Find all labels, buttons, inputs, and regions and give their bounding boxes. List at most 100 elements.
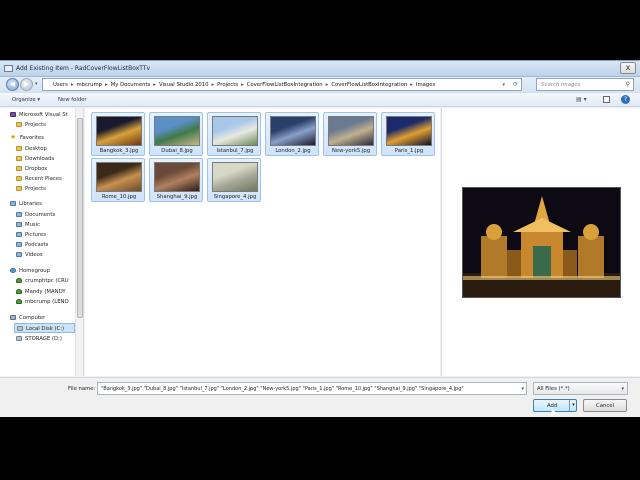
nav-item[interactable]: mbcrump (LENO: [14, 297, 75, 307]
breadcrumb-separator[interactable]: ▸: [71, 82, 74, 88]
organize-button[interactable]: Organize ▾: [12, 97, 40, 103]
filename-value: "Bangkok_3.jpg" "Dubai_8.jpg" "Istanbul_…: [101, 386, 464, 392]
search-placeholder: Search Images: [541, 82, 581, 88]
image-thumbnail: [154, 162, 200, 192]
close-button[interactable]: x: [620, 62, 636, 74]
nav-item[interactable]: Homegroup: [8, 266, 75, 276]
nav-item[interactable]: Projects: [14, 120, 75, 130]
nav-item[interactable]: Music: [14, 220, 75, 230]
image-thumbnail: [96, 162, 142, 192]
cancel-button-label: Cancel: [596, 403, 614, 409]
file-name: Singapore_4.jpg: [213, 194, 257, 200]
nav-item[interactable]: Downloads: [14, 154, 75, 164]
nav-item-label: Recent Places: [25, 176, 62, 182]
nav-item-label: crumphtpc (CRU: [25, 278, 69, 284]
recent-locations-dropdown[interactable]: ▾: [35, 81, 38, 87]
breadcrumb-item[interactable]: My Documents: [111, 82, 151, 88]
file-item[interactable]: New-york5.jpg: [323, 112, 377, 156]
nav-item[interactable]: Desktop: [14, 144, 75, 154]
nav-item[interactable]: Podcasts: [14, 240, 75, 250]
file-item[interactable]: London_2.jpg: [265, 112, 319, 156]
cancel-button[interactable]: Cancel: [583, 399, 627, 412]
nav-item[interactable]: Libraries: [8, 199, 75, 209]
nav-item-label: Pictures: [25, 232, 46, 238]
nav-item[interactable]: Computer: [8, 313, 75, 323]
add-existing-item-dialog: Add Existing Item - RadCoverFlowListBoxT…: [0, 60, 640, 417]
nav-item[interactable]: Recent Places: [14, 174, 75, 184]
nav-item-label: STORAGE (D:): [25, 336, 62, 342]
user-icon: [16, 278, 22, 283]
nav-item[interactable]: Documents: [14, 210, 75, 220]
file-item[interactable]: Singapore_4.jpg: [207, 158, 261, 202]
breadcrumb-separator[interactable]: ▸: [212, 82, 215, 88]
star-icon: ★: [10, 133, 17, 141]
chevron-down-icon[interactable]: ▾: [521, 386, 524, 392]
file-item[interactable]: Istanbul_7.jpg: [207, 112, 261, 156]
nav-item[interactable]: Local Disk (C:): [14, 323, 75, 333]
chevron-down-icon[interactable]: ▾: [502, 82, 505, 88]
filename-input[interactable]: "Bangkok_3.jpg" "Dubai_8.jpg" "Istanbul_…: [97, 382, 527, 395]
add-dropdown-toggle[interactable]: ▾: [569, 400, 577, 411]
breadcrumb-item[interactable]: Users: [53, 82, 68, 88]
breadcrumb-separator[interactable]: ▸: [326, 82, 329, 88]
refresh-icon[interactable]: ⟳: [513, 81, 518, 88]
nav-item-label: Videos: [25, 252, 43, 258]
file-type-select[interactable]: All Files (*.*) ▾: [533, 382, 628, 395]
nav-item[interactable]: Pictures: [14, 230, 75, 240]
file-item[interactable]: Rome_10.jpg: [91, 158, 145, 202]
nav-item-label: Computer: [19, 315, 46, 321]
vs-icon: [10, 112, 16, 117]
nav-item[interactable]: Mandy (MANDY: [14, 287, 75, 297]
breadcrumb-separator[interactable]: ▸: [410, 82, 413, 88]
file-name: Rome_10.jpg: [101, 194, 137, 200]
disk-icon: [16, 336, 22, 341]
window-title: Add Existing Item - RadCoverFlowListBoxT…: [16, 65, 151, 72]
breadcrumb-separator[interactable]: ▸: [241, 82, 244, 88]
library-icon: [16, 252, 22, 257]
file-item[interactable]: Bangkok_3.jpg: [91, 112, 145, 156]
image-thumbnail: [212, 116, 258, 146]
folder-icon: [16, 176, 22, 181]
breadcrumb-item[interactable]: Visual Studio 2010: [159, 82, 209, 88]
breadcrumb-item[interactable]: Projects: [217, 82, 238, 88]
file-item[interactable]: Shanghai_9.jpg: [149, 158, 203, 202]
address-bar: ◀ ▶ ▾ Users ▸ mbcrump ▸ My Documents ▸ Visual …: [0, 77, 640, 93]
nav-item[interactable]: crumphtpc (CRU: [14, 276, 75, 286]
nav-scroll-thumb[interactable]: [77, 118, 83, 318]
nav-item[interactable]: Projects: [14, 184, 75, 194]
close-icon: x: [625, 63, 631, 72]
nav-item-label: Dropbox: [25, 166, 48, 172]
address-field[interactable]: Users ▸ mbcrump ▸ My Documents ▸ Visual Studio…: [42, 78, 522, 91]
nav-item[interactable]: Dropbox: [14, 164, 75, 174]
new-folder-button[interactable]: New folder: [58, 97, 87, 103]
back-button[interactable]: ◀: [6, 78, 19, 91]
nav-item[interactable]: STORAGE (D:): [14, 334, 75, 344]
folder-icon: [16, 166, 22, 171]
nav-item-label: Libraries: [19, 201, 42, 207]
nav-item[interactable]: Videos: [14, 250, 75, 260]
breadcrumb-item[interactable]: mbcrump: [77, 82, 103, 88]
breadcrumb-item[interactable]: CoverFlowListBoxIntegration: [331, 82, 407, 88]
breadcrumb-item[interactable]: Images: [416, 82, 435, 88]
navigation-pane[interactable]: Microsoft Visual St Projects ★ Favorites Des…: [0, 108, 84, 376]
preview-pane-icon[interactable]: [603, 96, 610, 103]
breadcrumb-item[interactable]: CoverFlowListBoxIntegration: [247, 82, 323, 88]
nav-item[interactable]: Microsoft Visual St: [8, 110, 75, 120]
file-item[interactable]: Paris_1.jpg: [381, 112, 435, 156]
user-icon: [16, 289, 22, 294]
change-view-icon[interactable]: ▤ ▾: [576, 96, 587, 103]
forward-button[interactable]: ▶: [20, 78, 33, 91]
arrow-right-icon: ▶: [23, 80, 30, 88]
breadcrumb-separator[interactable]: ▸: [105, 82, 108, 88]
nav-item[interactable]: ★ Favorites: [8, 133, 75, 143]
homegroup-icon: [10, 268, 16, 273]
file-item[interactable]: Dubai_8.jpg: [149, 112, 203, 156]
breadcrumb-separator[interactable]: ▸: [153, 82, 156, 88]
help-icon[interactable]: ?: [621, 95, 630, 104]
file-list[interactable]: Bangkok_3.jpg Dubai_8.jpg Istanbul_7.jpg Lo…: [85, 108, 440, 376]
nav-scrollbar[interactable]: [75, 108, 83, 376]
file-name: Shanghai_9.jpg: [156, 194, 198, 200]
window-icon: [4, 65, 13, 72]
title-bar[interactable]: Add Existing Item - RadCoverFlowListBoxT…: [0, 61, 640, 77]
search-input[interactable]: Search Images ⚲: [536, 78, 634, 91]
